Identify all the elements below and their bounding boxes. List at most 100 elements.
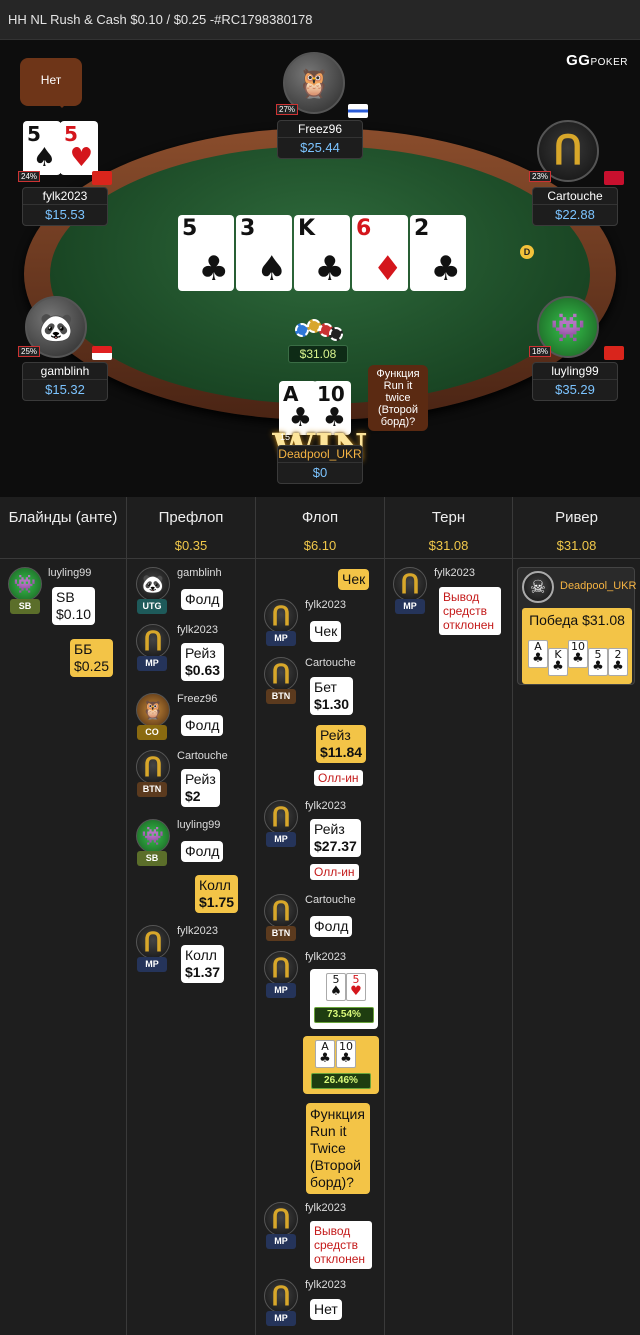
win-result-box: Победа $31.08 A ♣ K ♣ 10 ♣ 5 ♣ 2 ♣ (522, 608, 632, 684)
showdown-bubble: 5 ♠ 5 ♥ 73.54% (310, 969, 378, 1029)
hole-card-fylk-1: 5 ♠ (23, 121, 61, 175)
seat-luyling[interactable]: luyling99 $35.29 (532, 362, 618, 401)
flag-cn-icon (92, 171, 112, 185)
street-header-preflop[interactable]: Префлоп $0.35 (127, 497, 256, 559)
position-badge: SB (137, 851, 167, 866)
equity-pct-cartouche: 23% (529, 171, 552, 182)
run-it-twice-bubble: Функция Run it twice (Второй борд)? (368, 365, 428, 431)
win-hand-number: 15 (280, 432, 291, 442)
street-header-flop[interactable]: Флоп $6.10 (256, 497, 385, 559)
player-name: luyling99 (177, 819, 221, 831)
player-name: fylk2023 (305, 599, 346, 611)
action-bubble: Фолд (310, 916, 353, 937)
hero-rit-bubble: Функция Run it Twice (Второй борд)? (306, 1103, 370, 1194)
street-header-blinds[interactable]: Блайнды (анте) (0, 497, 127, 559)
player-name: gamblinh (177, 567, 222, 579)
flag-sg-icon (92, 346, 112, 360)
horseshoe-icon: Ո (393, 567, 427, 601)
position-badge: MP (137, 656, 167, 671)
withdraw-denied-tag: Вывод средств отклонен (310, 1221, 372, 1269)
mini-card: A ♣ (315, 1040, 335, 1068)
board-card-4: 6 ♦ (352, 215, 408, 291)
player-name: fylk2023 (305, 1202, 346, 1214)
player-name: luyling99 (48, 567, 92, 579)
seat-freez[interactable]: Freez96 $25.44 (277, 120, 363, 159)
seat-fylk[interactable]: fylk2023 $15.53 (22, 187, 108, 226)
player-name: fylk2023 (434, 567, 475, 579)
equity-pct-gamblinh: 25% (18, 346, 41, 357)
action-bubble: Бет $1.30 (310, 677, 354, 715)
position-badge: MP (266, 1234, 296, 1249)
hero-action-bubble: Колл $1.75 (195, 875, 239, 913)
horseshoe-icon: Ո (264, 800, 298, 834)
street-header-river[interactable]: Ривер $31.08 (513, 497, 640, 559)
winner-avatar: ☠ (522, 571, 554, 603)
equity-pct-luyling: 18% (529, 346, 552, 357)
position-badge: BTN (137, 782, 167, 797)
equity-badge: 73.54% (314, 1007, 374, 1023)
player-name: fylk2023 (177, 925, 218, 937)
seat-hero[interactable]: Deadpool_UKR $0 (277, 445, 363, 484)
hero-action-bubble: Чек (338, 569, 370, 590)
street-header-turn[interactable]: Терн $31.08 (385, 497, 513, 559)
horseshoe-icon: Ո (264, 951, 298, 985)
horseshoe-icon: Ո (264, 894, 298, 928)
column-turn: Ո MP fylk2023 Вывод средств отклонен (385, 559, 513, 1335)
position-badge: MP (266, 1311, 296, 1326)
action-bubble: Чек (310, 621, 342, 642)
horseshoe-icon: Ո (264, 1279, 298, 1313)
action-bubble: SB $0.10 (52, 587, 96, 625)
mini-card: 5 ♠ (326, 973, 346, 1001)
action-bubble: Фолд (181, 715, 224, 736)
seat-gamblinh[interactable]: gamblinh $15.32 (22, 362, 108, 401)
player-name: fylk2023 (305, 951, 346, 963)
board-card-3: K ♣ (294, 215, 350, 291)
equity-pct-freez: 27% (276, 104, 299, 115)
column-river: ☠ Deadpool_UKR Победа $31.08 A ♣ K ♣ 10 ♣ 5… (513, 559, 640, 1335)
position-badge: BTN (266, 926, 296, 941)
position-badge: MP (137, 957, 167, 972)
win-result-text: Победа $31.08 (529, 612, 625, 628)
mini-card: 2 ♣ (608, 648, 628, 676)
owl-icon: 🦉 (136, 693, 170, 727)
withdraw-denied-tag: Вывод средств отклонен (439, 587, 501, 635)
pot-chips-icon (291, 317, 345, 343)
position-badge: MP (395, 599, 425, 614)
mini-card: 5 ♣ (588, 648, 608, 676)
pot-amount: $31.08 (288, 345, 348, 363)
position-badge: SB (10, 599, 40, 614)
all-in-tag: Олл-ин (314, 770, 363, 786)
flag-fi-icon (348, 104, 368, 118)
horseshoe-icon: Ո (264, 599, 298, 633)
horseshoe-icon: Ո (136, 624, 170, 658)
position-badge: MP (266, 631, 296, 646)
all-in-tag: Олл-ин (310, 864, 359, 880)
player-name: fylk2023 (177, 624, 218, 636)
alien-icon: 👾 (8, 567, 42, 601)
position-badge: MP (266, 832, 296, 847)
flag-cn-icon (604, 346, 624, 360)
horseshoe-icon: Ո (136, 750, 170, 784)
player-name: Cartouche (305, 657, 356, 669)
horseshoe-icon: Ո (264, 657, 298, 691)
position-badge: MP (266, 983, 296, 998)
column-flop: Чек Ո MP fylk2023 Чек Ո BTN Cartouche Бе… (256, 559, 385, 1335)
player-name: Cartouche (305, 894, 356, 906)
seat-cartouche[interactable]: Cartouche $22.88 (532, 187, 618, 226)
action-bubble: Нет (310, 1299, 342, 1320)
horseshoe-icon: Ո (264, 1202, 298, 1236)
column-blinds: 👾 SB luyling99 SB $0.10 ББ $0.25 (0, 559, 127, 1335)
position-badge: BTN (266, 689, 296, 704)
position-badge: CO (137, 725, 167, 740)
equity-badge: 26.46% (311, 1073, 371, 1089)
mini-card: K ♣ (548, 648, 568, 676)
mini-card: 10 ♣ (568, 640, 588, 668)
action-bubble: Фолд (181, 841, 224, 862)
chat-bubble-fylk: Нет (20, 58, 82, 108)
horseshoe-icon: Ո (136, 925, 170, 959)
board-card-2: 3 ♠ (236, 215, 292, 291)
mini-card: 10 ♣ (336, 1040, 356, 1068)
action-bubble: Фолд (181, 589, 224, 610)
player-name: Freez96 (177, 693, 218, 705)
mini-card: A ♣ (528, 640, 548, 668)
